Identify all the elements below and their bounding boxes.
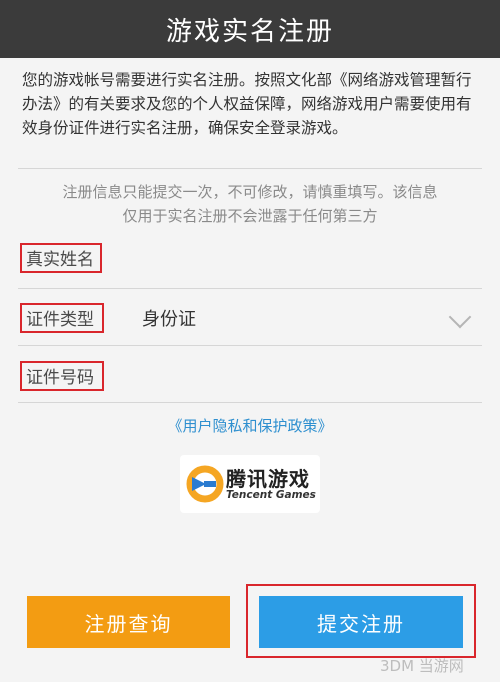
id-number-field-divider: [18, 402, 482, 403]
page-header: 游戏实名注册: [0, 0, 500, 58]
tencent-games-logo: 腾讯游戏 Tencent Games: [180, 455, 320, 513]
logo-chinese-text: 腾讯游戏: [226, 467, 310, 491]
id-type-select[interactable]: 身份证: [142, 305, 196, 331]
id-number-label[interactable]: 证件号码: [20, 361, 104, 391]
real-name-field-divider: [18, 288, 482, 289]
id-type-label: 证件类型: [20, 303, 104, 333]
id-type-field-divider: [18, 345, 482, 346]
intro-text: 您的游戏帐号需要进行实名注册。按照文化部《网络游戏管理暂行办法》的有关要求及您的…: [22, 71, 472, 137]
tencent-games-logo-mark: [186, 465, 224, 503]
notice-text: 注册信息只能提交一次，不可修改，请慎重填写。该信息 仅用于实名注册不会泄露于任何…: [20, 180, 480, 228]
notice-line-1: 注册信息只能提交一次，不可修改，请慎重填写。该信息: [62, 183, 438, 201]
watermark: 3DM 当游网: [380, 657, 464, 675]
registration-query-button[interactable]: 注册查询: [27, 596, 230, 648]
notice-line-2: 仅用于实名注册不会泄露于任何第三方: [122, 207, 378, 225]
page-title: 游戏实名注册: [165, 16, 334, 47]
divider: [18, 168, 482, 169]
chevron-down-icon[interactable]: [448, 305, 472, 329]
real-name-label[interactable]: 真实姓名: [20, 243, 102, 273]
submit-registration-button[interactable]: 提交注册: [259, 596, 463, 648]
privacy-policy-link[interactable]: 《用户隐私和保护政策》: [0, 415, 500, 436]
logo-english-text: Tencent Games: [226, 489, 316, 501]
